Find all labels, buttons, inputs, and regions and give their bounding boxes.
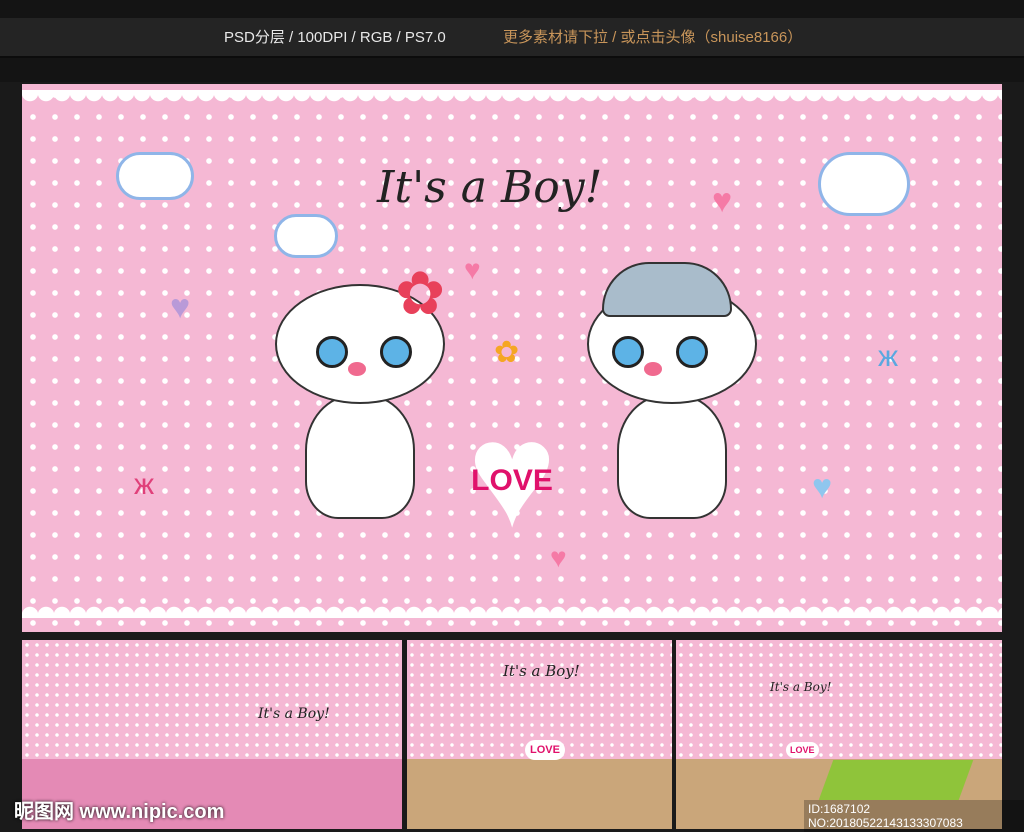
cat-girl: ✿ [260,264,450,534]
thumb-title: It's a Boy! [503,662,580,680]
author-link[interactable]: 更多素材请下拉 / 或点击头像（shuise8166） [503,18,802,58]
watermark: 昵图网 www.nipic.com [14,801,225,823]
cat-boy [572,262,762,534]
lace-border-top [22,90,1002,108]
love-text: LOVE [471,464,553,497]
thumb-title: It's a Boy! [770,680,832,694]
heart-icon: ♥ [812,468,833,506]
thumb-love: LOVE [525,740,565,760]
butterfly-icon: ж [134,468,155,501]
thumbnail-playroom[interactable]: It's a Boy! LOVE [407,640,672,829]
main-preview: It's a Boy! ♥ ♥ ♥ ♥ ♥ ✿ ж ж ✿ ♥ LOVE [22,84,1002,632]
thumb-title: It's a Boy! [258,706,330,722]
heart-icon: ♥ [712,182,733,220]
heart-icon: ♥ [170,288,191,326]
flower-icon: ✿ [494,336,520,369]
love-heart: ♥ LOVE [449,399,575,549]
info-bar: PSD分层 / 100DPI / RGB / PS7.0 更多素材请下拉 / 或… [0,18,1024,58]
cloud-icon [116,152,194,200]
cloud-icon [274,214,338,258]
thumb-love: LOVE [786,742,819,758]
image-id: ID:1687102 NO:20180522143133307083 [804,800,1024,832]
cap-icon [602,262,732,317]
green-bed [818,760,974,800]
title-text: It's a Boy! [377,162,603,213]
file-spec: PSD分层 / 100DPI / RGB / PS7.0 [224,29,446,46]
butterfly-icon: ж [878,340,899,373]
lace-border-bottom [22,600,1002,618]
cloud-icon [818,152,910,216]
heart-icon: ♥ [464,254,481,285]
flower-bow-icon: ✿ [395,260,446,327]
